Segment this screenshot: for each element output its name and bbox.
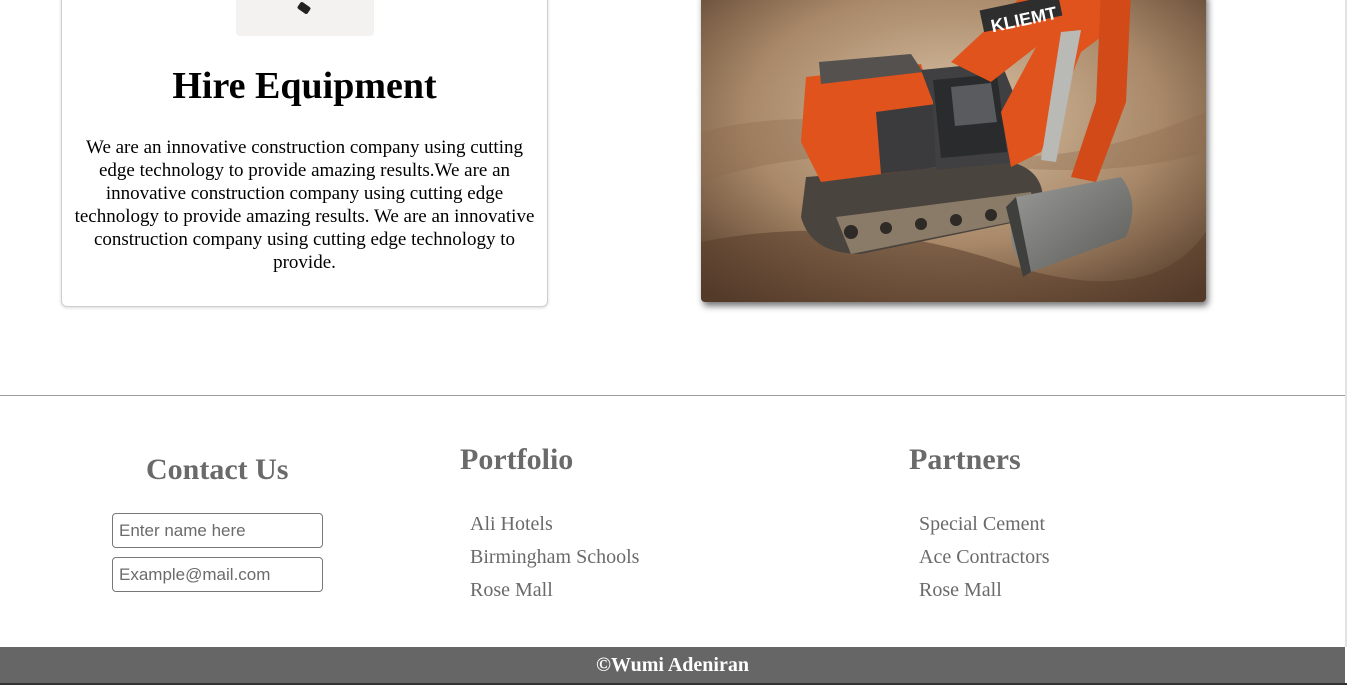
copyright-bar: ©Wumi Adeniran: [0, 647, 1345, 683]
portfolio-link-birmingham-schools[interactable]: Birmingham Schools: [470, 546, 639, 579]
partner-link-rose-mall[interactable]: Rose Mall: [919, 579, 1050, 612]
portfolio-link-ali-hotels[interactable]: Ali Hotels: [470, 513, 639, 546]
name-input[interactable]: [112, 513, 323, 548]
partner-link-ace-contractors[interactable]: Ace Contractors: [919, 546, 1050, 579]
service-card-title: Hire Equipment: [172, 65, 437, 107]
contact-heading: Contact Us: [146, 453, 289, 486]
service-card-hire-equipment: Hire Equipment We are an innovative cons…: [61, 0, 548, 307]
partners-heading: Partners: [909, 443, 1021, 476]
equipment-icon: [236, 0, 374, 36]
partner-link-special-cement[interactable]: Special Cement: [919, 513, 1050, 546]
portfolio-heading: Portfolio: [460, 443, 574, 476]
section-divider: [0, 395, 1345, 396]
page: Hire Equipment We are an innovative cons…: [0, 0, 1347, 685]
email-input[interactable]: [112, 557, 323, 592]
service-card-description: We are an innovative construction compan…: [74, 137, 535, 273]
portfolio-link-rose-mall[interactable]: Rose Mall: [470, 579, 639, 612]
partners-list: Special Cement Ace Contractors Rose Mall: [919, 513, 1050, 612]
portfolio-list: Ali Hotels Birmingham Schools Rose Mall: [470, 513, 639, 612]
copyright-text: ©Wumi Adeniran: [596, 654, 749, 676]
excavator-image: KLIEMT: [701, 0, 1206, 302]
equipment-icon-glyph: [296, 1, 312, 15]
